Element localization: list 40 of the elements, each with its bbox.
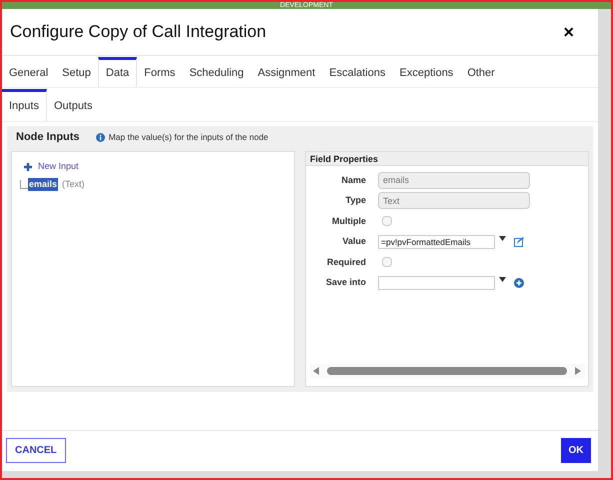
add-icon[interactable] [514,278,524,288]
info-icon [96,132,105,142]
scrollbar-thumb[interactable] [327,367,567,375]
sub-tab[interactable]: Inputs [2,89,47,121]
scroll-right-icon[interactable] [575,367,581,375]
field-label: Type [344,194,367,207]
tab[interactable]: Data [98,57,138,87]
hint-text: Map the value(s) for the inputs of the node [108,130,268,144]
tab[interactable]: Setup [55,57,98,87]
tab[interactable]: General [2,57,56,87]
new-input-link[interactable]: New Input [38,160,79,174]
tab[interactable]: Assignment [250,57,322,87]
field-label: Save into [324,276,367,289]
tab[interactable]: Exceptions [392,57,460,87]
tree-node[interactable]: emails [28,178,58,191]
edit-icon[interactable] [514,236,524,247]
tree-connector-icon [20,180,28,189]
checkbox[interactable] [382,257,392,268]
scroll-left-icon[interactable] [313,367,319,375]
plus-icon[interactable] [24,162,32,171]
tab[interactable]: Forms [137,57,182,87]
tab[interactable]: Other [460,57,502,87]
ok-button[interactable]: OK [561,438,591,463]
sub-tab[interactable]: Outputs [46,89,100,121]
cancel-button[interactable]: CANCEL [6,438,66,463]
field-label: Name [340,174,367,186]
dialog-title: Configure Copy of Call Integration [10,21,266,44]
panel-header: Field Properties [306,152,588,166]
field-label: Multiple [331,214,367,228]
caret-icon[interactable] [499,236,506,242]
caret-icon[interactable] [499,277,506,282]
close-button[interactable]: × [563,18,574,46]
value-field[interactable]: =pv!pvFormattedEmails [378,234,495,249]
field-label: Value [341,235,367,248]
tab[interactable]: Escalations [322,57,392,87]
field-label: Required [326,256,367,269]
checkbox[interactable] [382,216,392,226]
tab[interactable]: Scheduling [182,57,251,87]
section-title: Node Inputs [16,130,80,145]
node-type: (Text) [62,178,85,191]
